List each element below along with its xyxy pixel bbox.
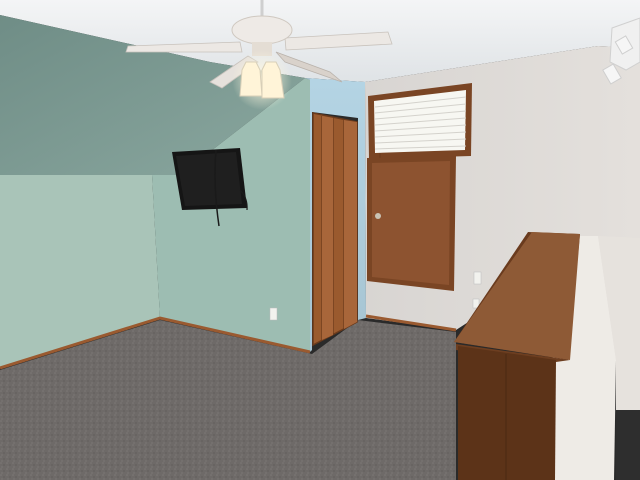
bifold-closet-door[interactable] xyxy=(312,112,358,347)
attic-room-photo xyxy=(0,0,640,480)
door-knob[interactable] xyxy=(375,213,381,219)
outlet-right-upper xyxy=(473,271,482,285)
outlet-center xyxy=(269,307,278,321)
floor-beyond-rail xyxy=(616,410,640,480)
fan-light-left xyxy=(239,61,263,97)
railing-post xyxy=(458,346,556,480)
small-wooden-door[interactable] xyxy=(367,156,456,291)
